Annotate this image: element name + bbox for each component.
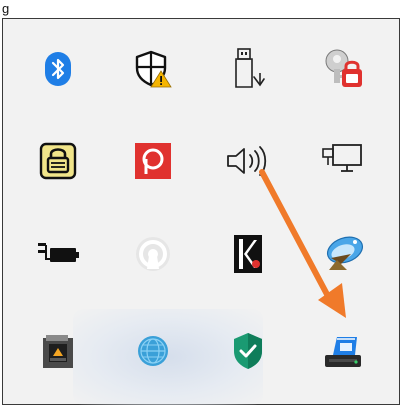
vpn-lock-icon[interactable]: [28, 131, 88, 191]
camera-app-icon[interactable]: [28, 321, 88, 381]
windows-security-warning-icon[interactable]: [123, 39, 183, 99]
battery-charging-icon[interactable]: [28, 224, 88, 284]
system-tray-overflow-panel: [2, 18, 400, 405]
network-icon[interactable]: [313, 131, 373, 191]
caption-text: g: [2, 1, 10, 16]
bluetooth-icon[interactable]: [28, 39, 88, 99]
globe-app-icon[interactable]: [123, 321, 183, 381]
security-check-shield-icon[interactable]: [218, 321, 278, 381]
satellite-dish-icon[interactable]: [313, 224, 373, 284]
screenshot-frame: g: [0, 0, 402, 407]
key-lock-icon[interactable]: [313, 39, 373, 99]
pushbullet-icon[interactable]: [123, 131, 183, 191]
app-k-icon[interactable]: [218, 224, 278, 284]
volume-icon[interactable]: [218, 131, 278, 191]
scanner-app-icon[interactable]: [313, 321, 373, 381]
usb-safely-remove-icon[interactable]: [218, 39, 278, 99]
openvpn-icon[interactable]: [123, 224, 183, 284]
